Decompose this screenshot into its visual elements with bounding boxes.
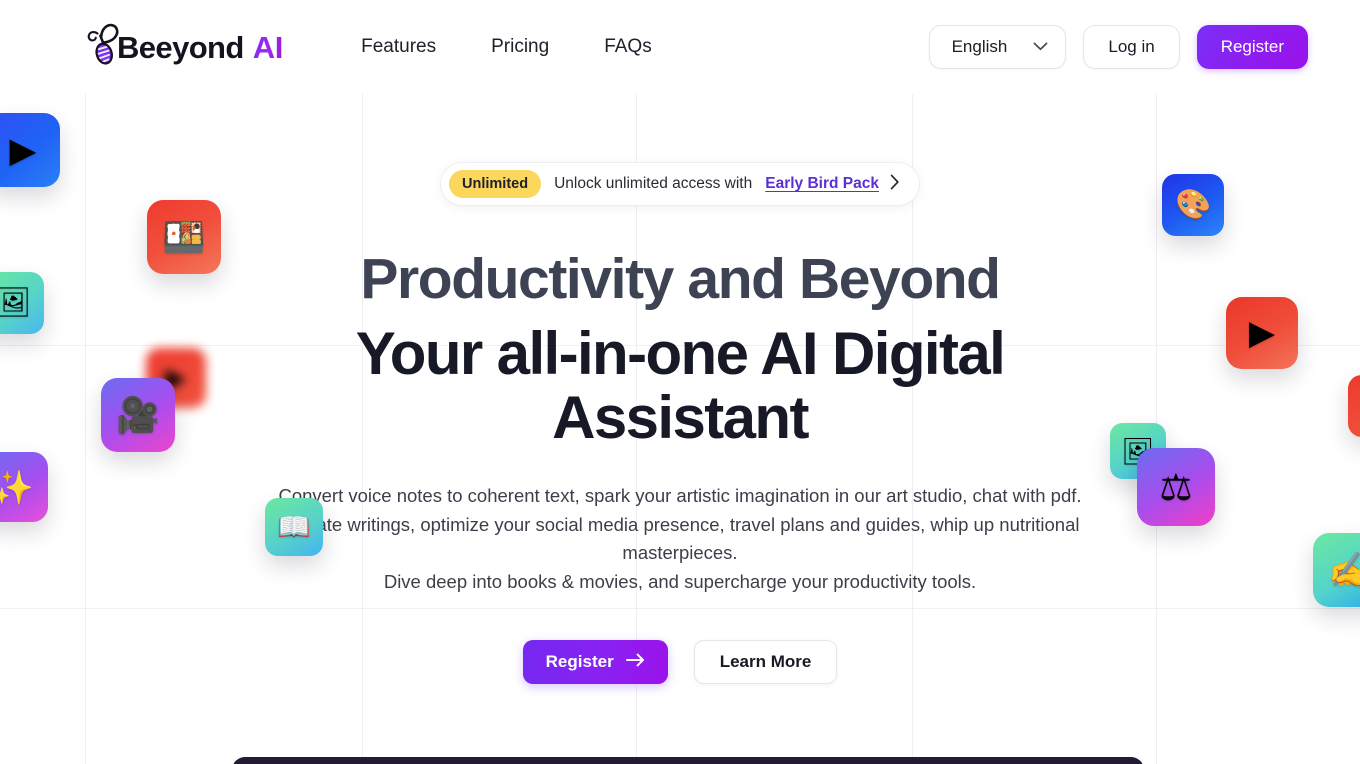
register-button-header[interactable]: Register <box>1196 25 1308 69</box>
chevron-down-icon <box>1033 38 1048 56</box>
language-selector[interactable]: English <box>928 25 1067 69</box>
register-button-hero[interactable]: Register <box>522 639 668 684</box>
early-bird-pack-link[interactable]: Early Bird Pack <box>765 175 879 193</box>
app-icon-chat-red-edge[interactable]: 💬 <box>1348 375 1360 437</box>
landing-page: Beeyond AI Features Pricing FAQs English… <box>0 0 1360 764</box>
app-icon-read-book[interactable]: 📖 <box>265 498 323 556</box>
nav-link-features[interactable]: Features <box>361 36 436 58</box>
app-icon-art-studio-palette[interactable]: 🎨 <box>1162 174 1224 236</box>
app-icon-video-camera-glyph: 🎥 <box>116 395 160 435</box>
app-icon-read-book-glyph: 📖 <box>277 511 311 542</box>
hero-description-line-3: Dive deep into books & movies, and super… <box>383 571 977 593</box>
app-icon-art-studio-palette-glyph: 🎨 <box>1174 188 1212 221</box>
app-icon-video-player[interactable]: ▶ <box>0 113 60 187</box>
language-selected-label: English <box>951 37 1008 56</box>
nav-link-pricing[interactable]: Pricing <box>491 36 549 58</box>
app-icon-nutrition-bento[interactable]: 🍱 <box>147 200 221 274</box>
brand-logo[interactable]: Beeyond AI <box>84 19 283 76</box>
brand-name: Beeyond <box>117 29 244 65</box>
site-header: Beeyond AI Features Pricing FAQs English… <box>0 0 1360 94</box>
hero-description-line-1: Convert voice notes to coherent text, sp… <box>278 485 1082 507</box>
app-icon-photo-gallery[interactable]: 🖼 <box>0 272 44 334</box>
hero-title-line-2: Your all-in-one AI Digital Assistant <box>355 319 1006 452</box>
hero-description: Convert voice notes to coherent text, sp… <box>225 482 1135 597</box>
brand-suffix: AI <box>252 29 284 65</box>
app-icon-youtube-summary-glyph: ▶ <box>1248 314 1276 352</box>
app-icon-photo-gallery-glyph: 🖼 <box>0 286 32 319</box>
nav-link-faqs[interactable]: FAQs <box>604 36 652 58</box>
hero-description-line-2: Elevate writings, optimize your social m… <box>280 513 1080 564</box>
app-icon-nutrition-bento-glyph: 🍱 <box>162 217 206 257</box>
app-icon-writing-assistant-glyph: ✍ <box>1328 550 1360 590</box>
app-icon-video-camera[interactable]: 🎥 <box>101 378 175 452</box>
app-icon-youtube-summary[interactable]: ▶ <box>1226 297 1298 369</box>
promo-badge: Unlimited <box>449 170 542 198</box>
header-actions: English Log in Register <box>928 25 1308 69</box>
app-icon-assistant-purple-glyph: ✨ <box>0 468 34 506</box>
app-icon-legal-scales-glyph: ⚖ <box>1159 466 1193 508</box>
app-icon-video-player-glyph: ▶ <box>9 130 37 170</box>
promo-text: Unlock unlimited access with <box>554 175 753 192</box>
login-button[interactable]: Log in <box>1083 25 1180 69</box>
app-icon-writing-assistant[interactable]: ✍ <box>1313 533 1360 607</box>
register-button-hero-label: Register <box>545 651 614 671</box>
learn-more-button[interactable]: Learn More <box>693 639 838 684</box>
demo-video-card-top[interactable] <box>232 757 1144 764</box>
promo-banner[interactable]: Unlimited Unlock unlimited access with E… <box>440 162 920 206</box>
arrow-right-icon <box>625 652 645 672</box>
hero-cta-row: Register Learn More <box>0 639 1360 684</box>
chevron-right-icon <box>890 174 900 195</box>
app-icon-assistant-purple[interactable]: ✨ <box>0 452 48 522</box>
app-icon-legal-scales[interactable]: ⚖ <box>1137 448 1215 526</box>
main-nav: Features Pricing FAQs <box>361 36 652 58</box>
